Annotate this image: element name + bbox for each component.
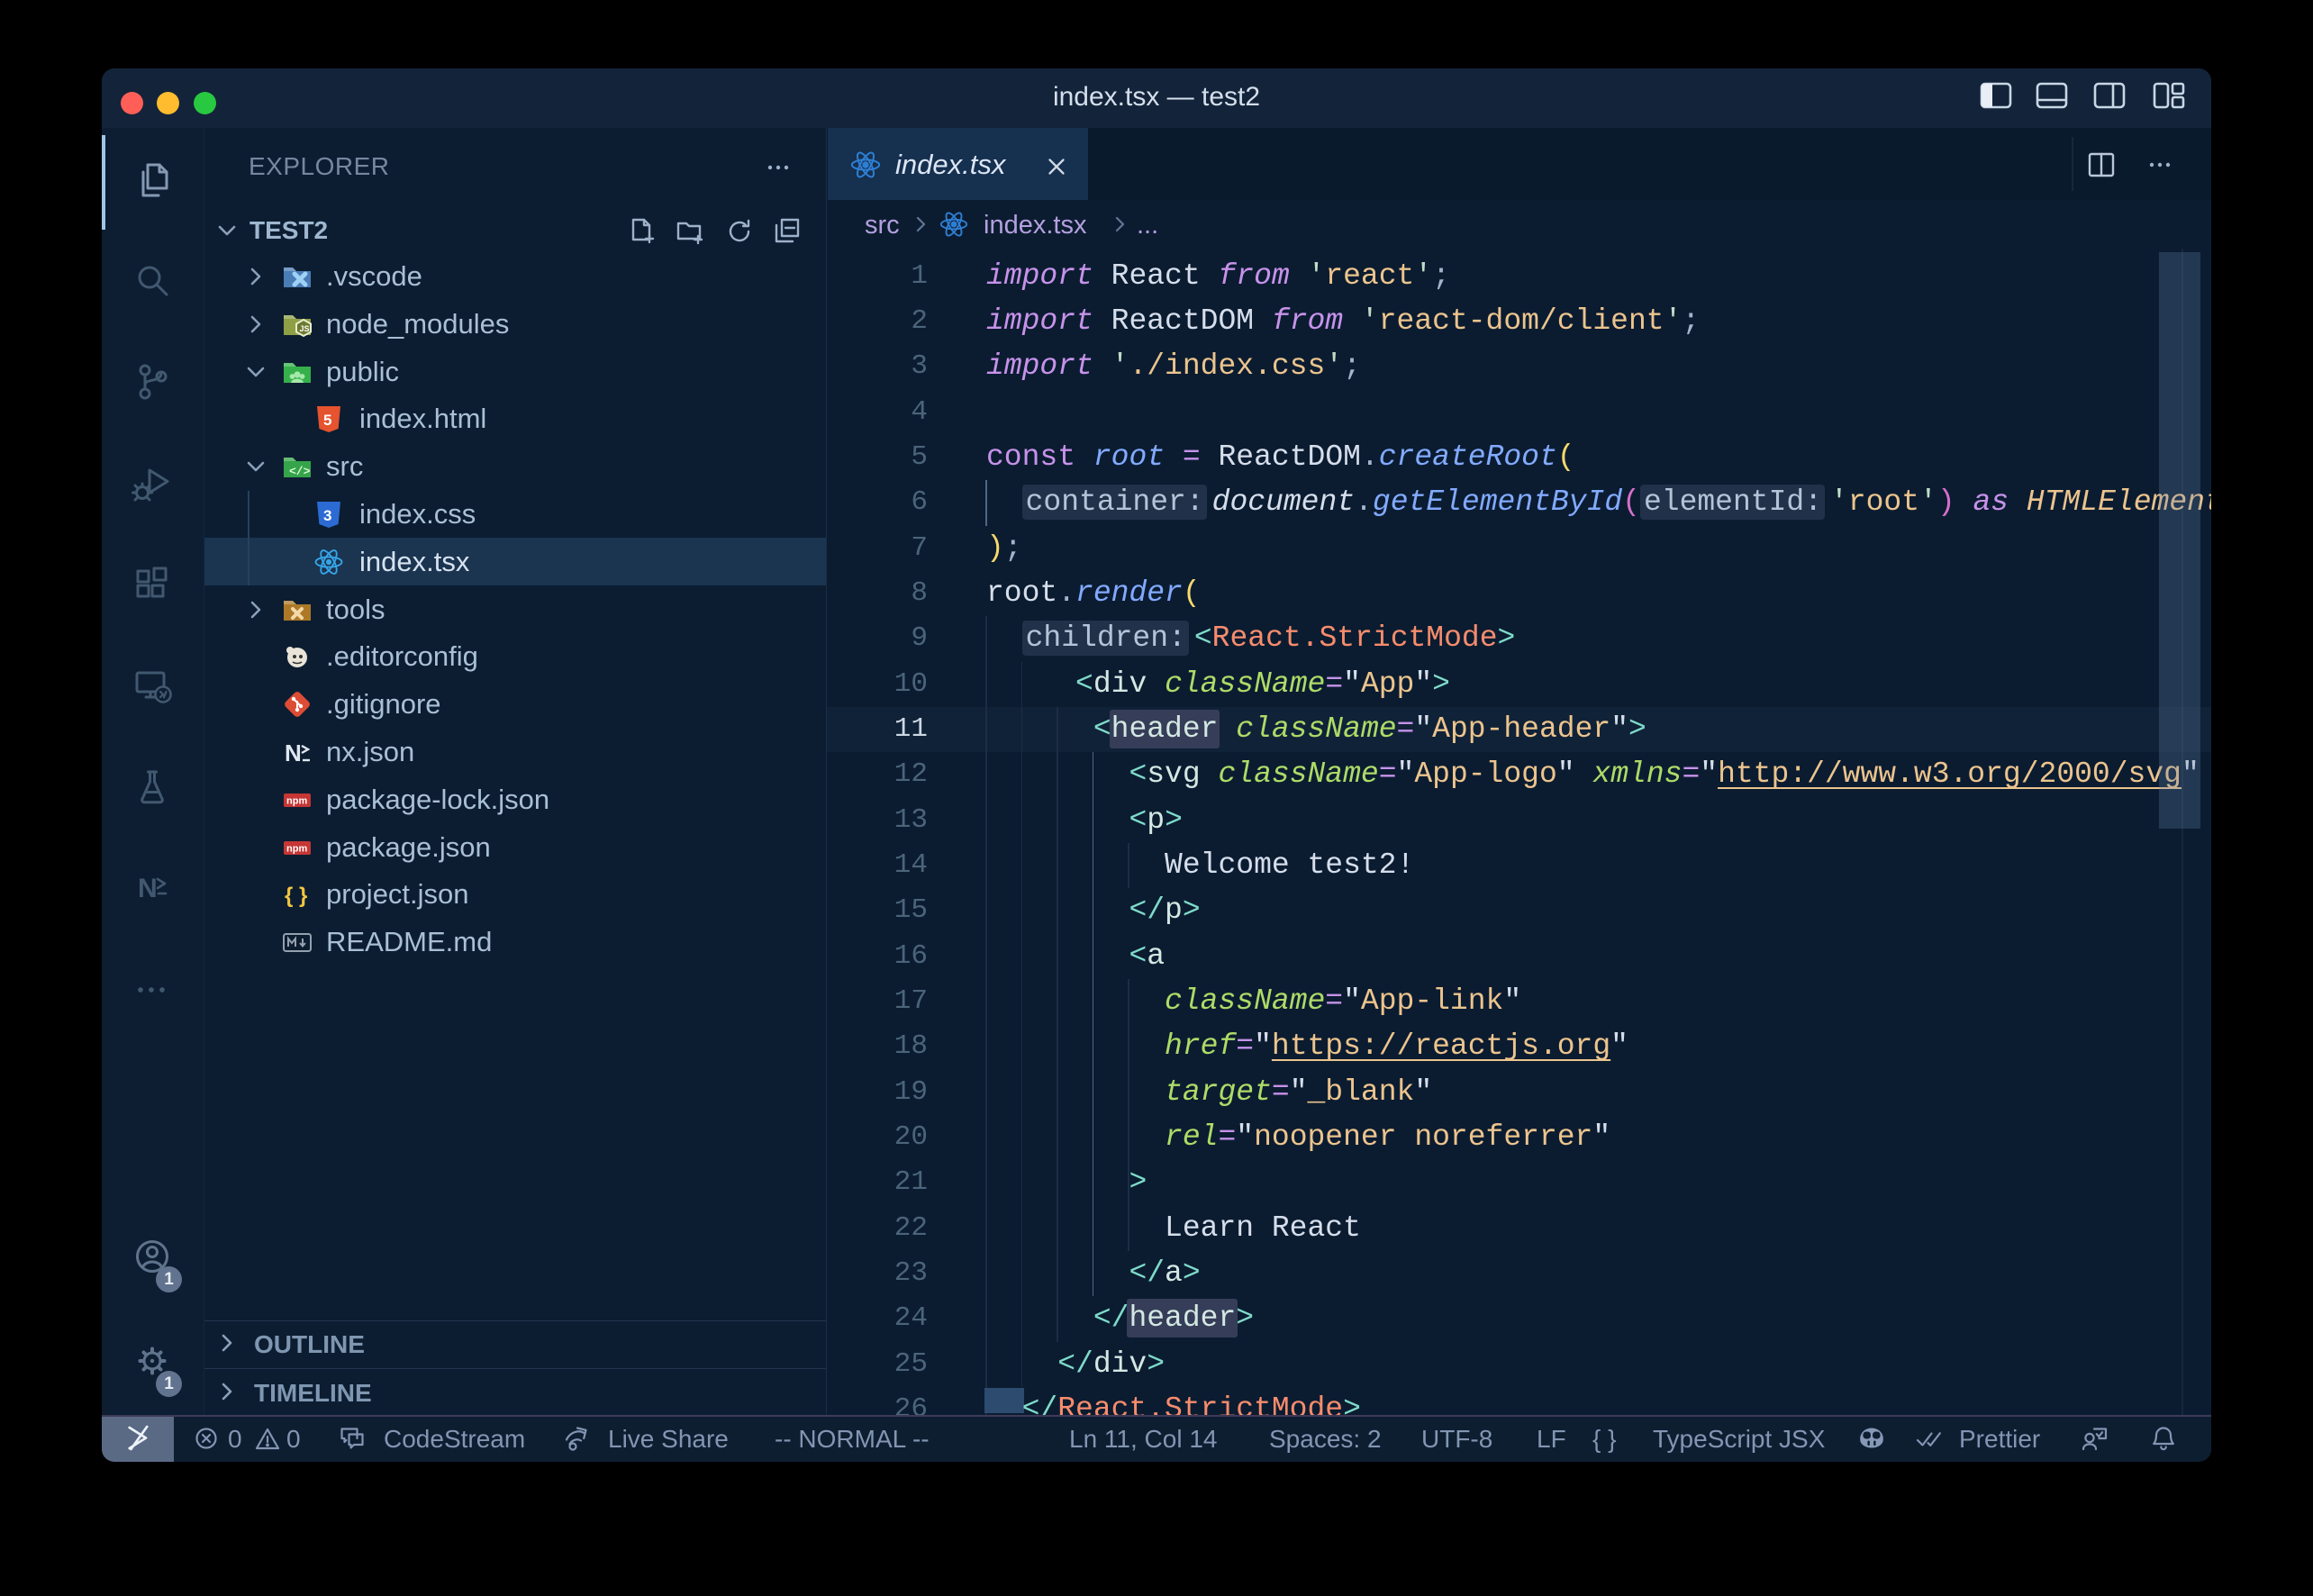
svg-text:npm: npm <box>286 795 307 806</box>
svg-text:N: N <box>285 739 302 766</box>
svg-text:npm: npm <box>286 843 307 854</box>
svg-text:</>: </> <box>289 465 311 478</box>
svg-text:3: 3 <box>323 507 331 524</box>
svg-text:5: 5 <box>323 412 331 429</box>
svg-text:{ }: { } <box>285 884 307 908</box>
svg-text:JS: JS <box>300 324 310 333</box>
svg-text:N: N <box>138 874 158 903</box>
